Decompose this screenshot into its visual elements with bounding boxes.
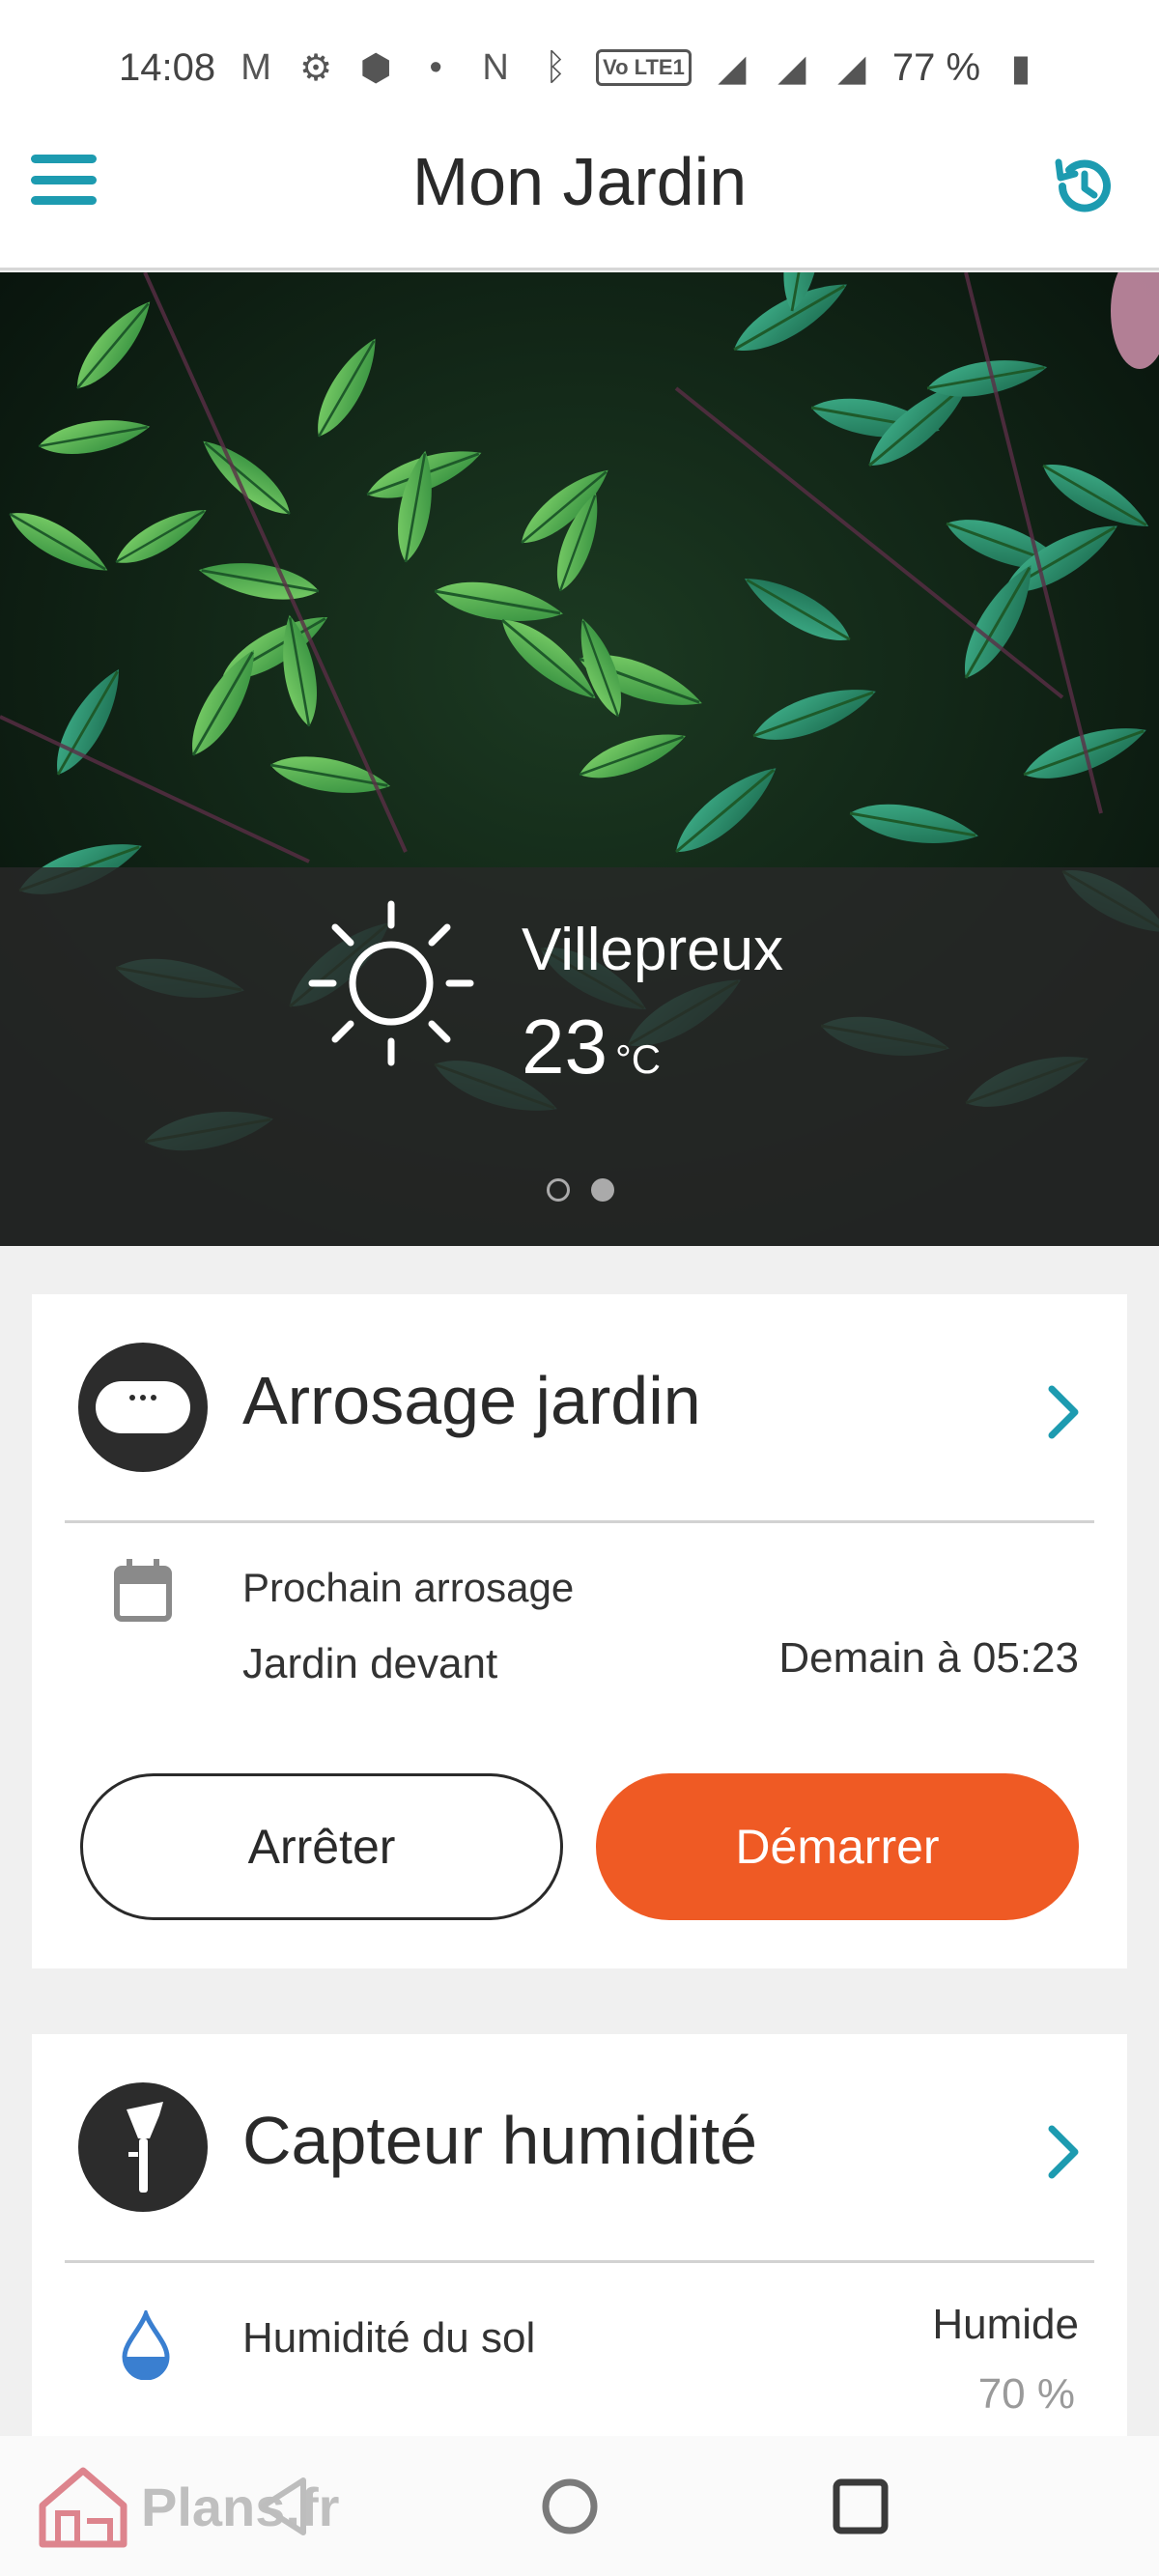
app-icon: ⬢ bbox=[359, 47, 392, 89]
divider bbox=[65, 2260, 1094, 2263]
status-time: 14:08 bbox=[118, 45, 216, 89]
next-watering-time: Demain à 05:23 bbox=[778, 1634, 1079, 1682]
humidity-state: Humide bbox=[932, 2301, 1079, 2348]
page-title: Mon Jardin bbox=[411, 144, 748, 219]
chevron-right-icon[interactable] bbox=[1044, 2121, 1083, 2183]
nfc-icon: N bbox=[482, 46, 509, 88]
watering-controller-icon bbox=[78, 1343, 208, 1472]
wifi-icon: ◢ bbox=[718, 47, 747, 89]
chevron-right-icon[interactable] bbox=[1044, 1381, 1083, 1443]
weather-temperature: 23 °C bbox=[522, 1003, 661, 1091]
garden-hero-image: Villepreux 23 °C bbox=[0, 272, 1159, 1246]
sensor-card-header[interactable]: Capteur humidité bbox=[32, 2034, 1127, 2262]
temperature-value: 23 bbox=[522, 1004, 608, 1090]
watering-card-header[interactable]: Arrosage jardin bbox=[32, 1294, 1127, 1522]
watering-card-title: Arrosage jardin bbox=[242, 1363, 701, 1438]
start-button[interactable]: Démarrer bbox=[596, 1773, 1079, 1920]
water-drop-icon bbox=[122, 2310, 170, 2380]
home-icon[interactable] bbox=[536, 2473, 604, 2540]
calendar-icon bbox=[114, 1559, 172, 1622]
app-bar: Mon Jardin bbox=[0, 87, 1159, 270]
watering-card: Arrosage jardin Prochain arrosage Jardin… bbox=[32, 1294, 1127, 1968]
watering-zone: Jardin devant bbox=[242, 1640, 498, 1687]
house-logo-icon bbox=[39, 2467, 127, 2548]
back-icon[interactable] bbox=[249, 2473, 317, 2540]
carousel-dot-2[interactable] bbox=[591, 1178, 614, 1202]
temperature-unit: °C bbox=[614, 1036, 662, 1082]
divider bbox=[65, 1520, 1094, 1523]
sun-icon bbox=[308, 900, 474, 1066]
carousel-indicator bbox=[547, 1178, 614, 1202]
signal-icon: ◢ bbox=[777, 47, 806, 89]
next-watering-label: Prochain arrosage bbox=[242, 1565, 575, 1610]
sensor-card-title: Capteur humidité bbox=[242, 2103, 758, 2178]
recent-apps-icon[interactable] bbox=[827, 2473, 894, 2540]
lte-badge: Vo LTE1 bbox=[596, 49, 692, 86]
humidity-value: 70 % bbox=[977, 2370, 1075, 2418]
history-clock-icon[interactable] bbox=[1049, 151, 1120, 222]
carousel-dot-1[interactable] bbox=[547, 1178, 570, 1202]
signal-icon-2: ◢ bbox=[837, 47, 866, 89]
soil-sensor-icon bbox=[78, 2082, 208, 2212]
humidity-label: Humidité du sol bbox=[242, 2314, 536, 2362]
battery-icon: ▮ bbox=[1010, 47, 1032, 89]
gmail-icon: M bbox=[240, 46, 271, 88]
system-navigation-bar: Plans.fr bbox=[0, 2436, 1159, 2576]
weather-panel[interactable]: Villepreux 23 °C bbox=[0, 867, 1159, 1246]
dot-icon: • bbox=[429, 46, 442, 88]
stop-button[interactable]: Arrêter bbox=[80, 1773, 563, 1920]
weather-city: Villepreux bbox=[522, 917, 784, 983]
bluetooth-icon: ᛒ bbox=[544, 46, 567, 88]
notification-icon: ⚙ bbox=[299, 47, 333, 89]
battery-text: 77 % bbox=[891, 45, 981, 89]
